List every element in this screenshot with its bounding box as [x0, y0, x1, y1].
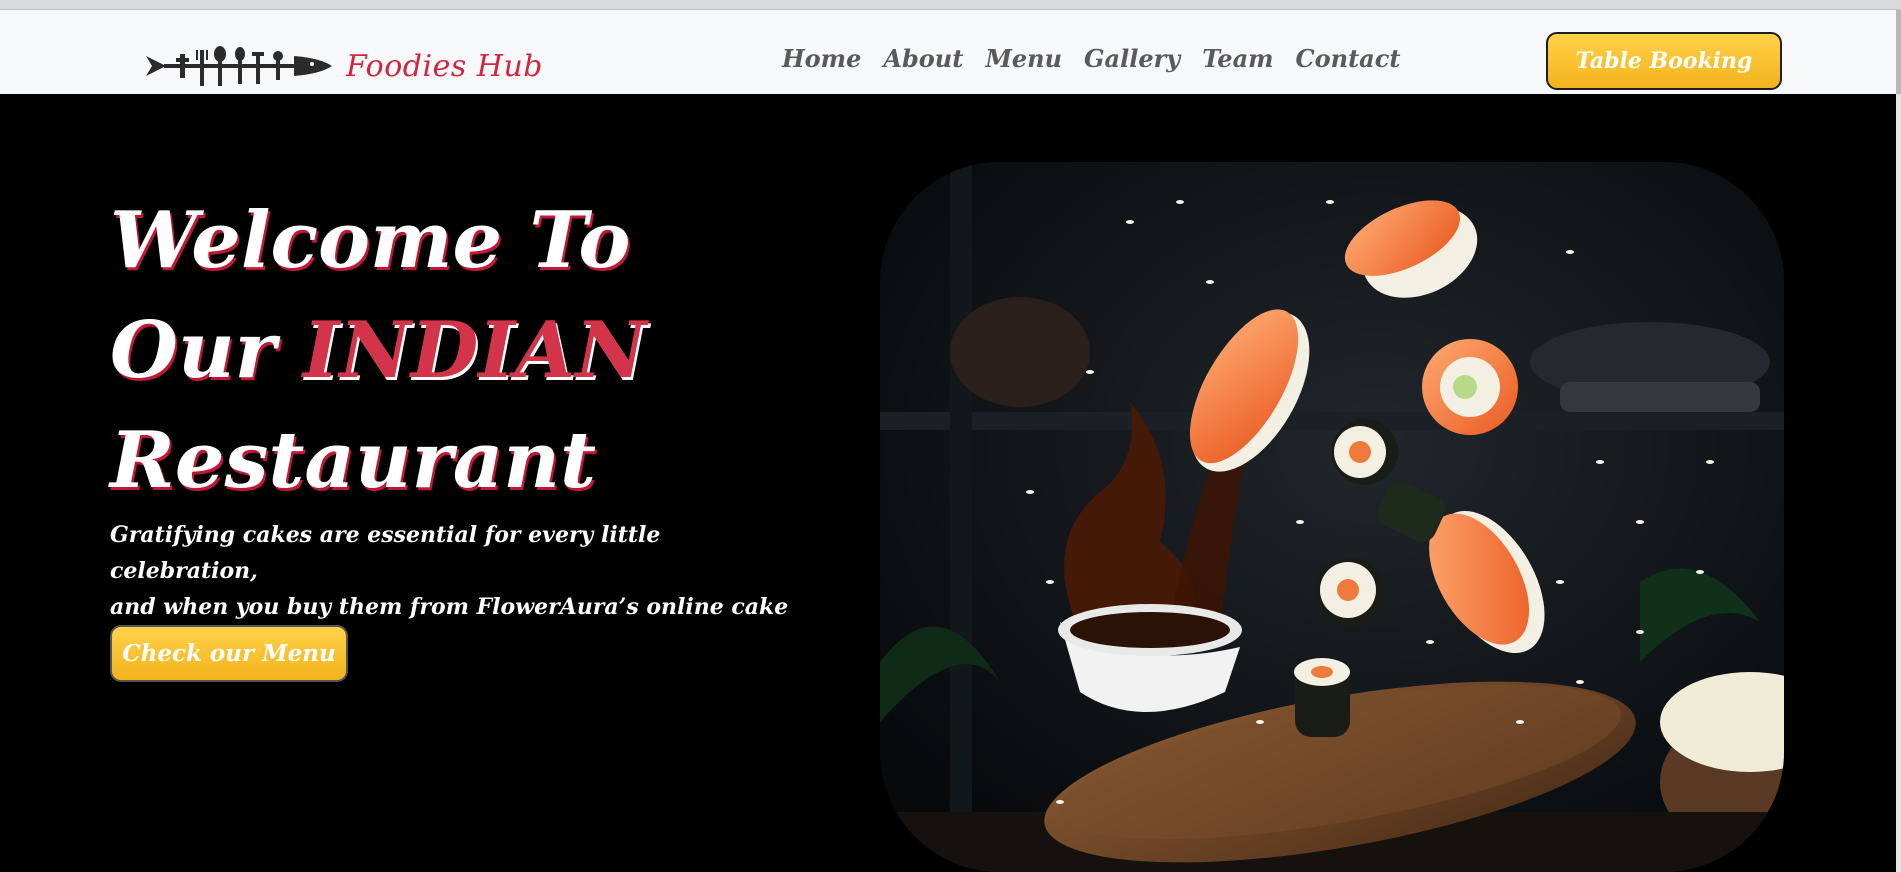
table-booking-button[interactable]: Table Booking: [1546, 32, 1782, 90]
cutlery-fish-logo-icon: [144, 42, 332, 90]
hero-title-accent: INDIAN: [302, 305, 647, 396]
nav-menu[interactable]: Menu: [985, 44, 1062, 73]
main-nav: Home About Menu Gallery Team Contact: [782, 44, 1400, 73]
nav-about[interactable]: About: [883, 44, 963, 73]
logo[interactable]: Foodies Hub: [144, 42, 543, 90]
scrollbar-track[interactable]: [1896, 10, 1901, 872]
scrollbar-thumb[interactable]: [1896, 10, 1901, 94]
nav-team[interactable]: Team: [1202, 44, 1273, 73]
flying-sushi-photo: [880, 162, 1784, 872]
navbar: Foodies Hub Home About Menu Gallery Team…: [0, 10, 1896, 94]
nav-home[interactable]: Home: [782, 44, 861, 73]
browser-chrome: [0, 0, 1901, 10]
brand-name: Foodies Hub: [346, 48, 543, 84]
hero-title: Welcome To Our INDIAN Restaurant: [110, 186, 647, 516]
nav-gallery[interactable]: Gallery: [1084, 44, 1180, 73]
check-menu-button[interactable]: Check our Menu: [110, 625, 348, 682]
hero-title-line3: Restaurant: [110, 415, 597, 506]
hero-title-line1: Welcome To: [110, 195, 631, 286]
hero-title-line2-prefix: Our: [110, 305, 276, 396]
nav-contact[interactable]: Contact: [1296, 44, 1401, 73]
hero-description-line1: Gratifying cakes are essential for every…: [110, 522, 661, 584]
